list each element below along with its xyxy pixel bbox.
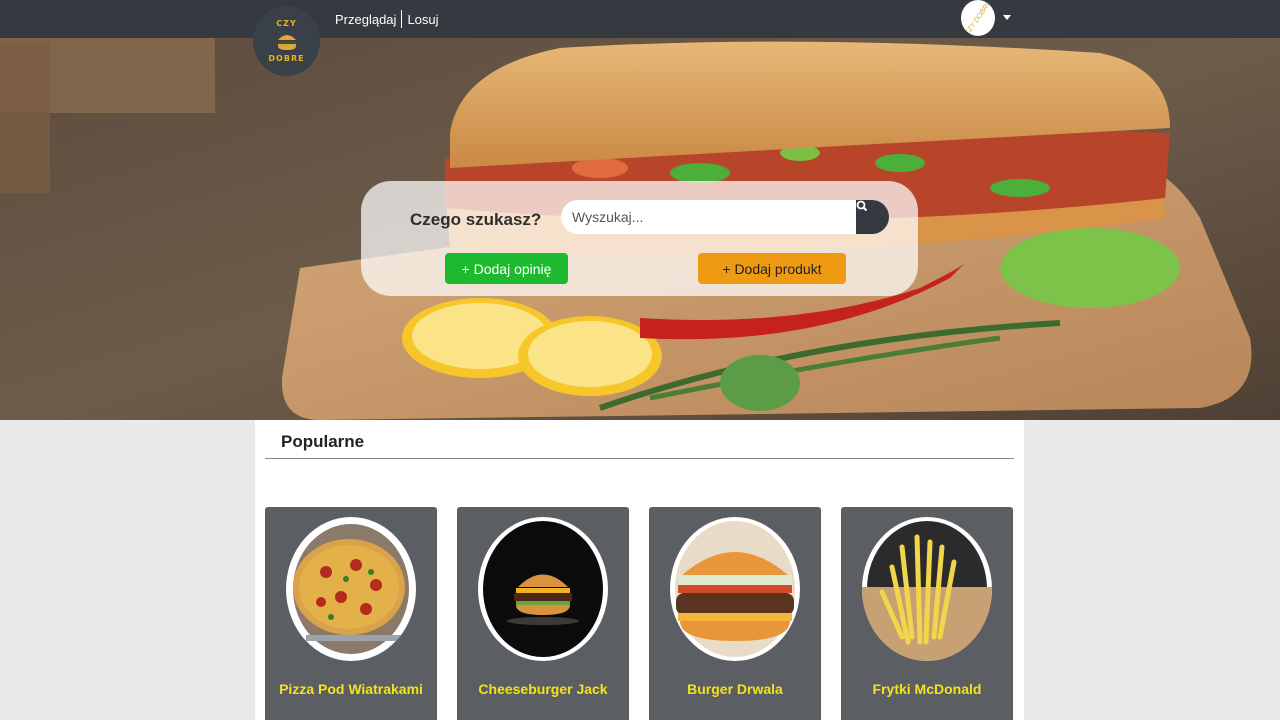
search-input[interactable] <box>561 200 857 234</box>
product-card-burger[interactable]: Burger Drwala <box>649 507 821 720</box>
product-name: Burger Drwala <box>687 681 783 697</box>
logo-text-bottom: DOBRE <box>268 54 305 63</box>
add-opinion-button[interactable]: + Dodaj opinię <box>445 253 568 284</box>
product-name: Frytki McDonald <box>872 681 982 697</box>
hero-banner: Czego szukasz? + Dodaj opinię + Dodaj pr… <box>0 38 1280 420</box>
search-button[interactable] <box>856 200 889 234</box>
popular-section: Popularne Pizza Pod Wiatrakami Cheesebur… <box>255 420 1024 720</box>
user-avatar[interactable]: CZY DOBRE <box>961 0 995 36</box>
user-menu-caret-icon[interactable] <box>1003 15 1011 20</box>
product-image-frame <box>670 517 800 661</box>
product-card-cheeseburger[interactable]: Cheeseburger Jack <box>457 507 629 720</box>
section-title: Popularne <box>281 432 365 451</box>
nav-links: Przeglądaj Losuj <box>335 10 439 28</box>
product-card-fries[interactable]: Frytki McDonald <box>841 507 1013 720</box>
burger-logo-icon <box>277 35 296 50</box>
product-name: Pizza Pod Wiatrakami <box>279 681 423 697</box>
product-card-pizza[interactable]: Pizza Pod Wiatrakami <box>265 507 437 720</box>
product-image-frame <box>478 517 608 661</box>
nav-link-random[interactable]: Losuj <box>407 12 438 27</box>
logo-text-top: CZY <box>276 19 297 28</box>
burger-image <box>675 521 795 657</box>
add-product-button[interactable]: + Dodaj produkt <box>698 253 846 284</box>
nav-link-browse[interactable]: Przeglądaj <box>335 12 396 27</box>
site-logo[interactable]: CZY DOBRE <box>253 6 320 76</box>
section-divider <box>265 458 1014 459</box>
search-panel: Czego szukasz? + Dodaj opinię + Dodaj pr… <box>361 181 918 296</box>
product-name: Cheeseburger Jack <box>478 681 608 697</box>
search-icon <box>856 200 868 212</box>
avatar-text: CZY DOBRE <box>963 0 993 36</box>
fries-image <box>862 521 992 661</box>
cheeseburger-image <box>483 521 603 657</box>
nav-separator <box>401 10 403 28</box>
navbar: Przeglądaj Losuj CZY DOBRE <box>0 0 1280 38</box>
product-image-frame <box>286 517 416 661</box>
product-image-frame <box>862 517 992 661</box>
pizza-image <box>293 524 409 654</box>
search-label: Czego szukasz? <box>410 210 542 229</box>
